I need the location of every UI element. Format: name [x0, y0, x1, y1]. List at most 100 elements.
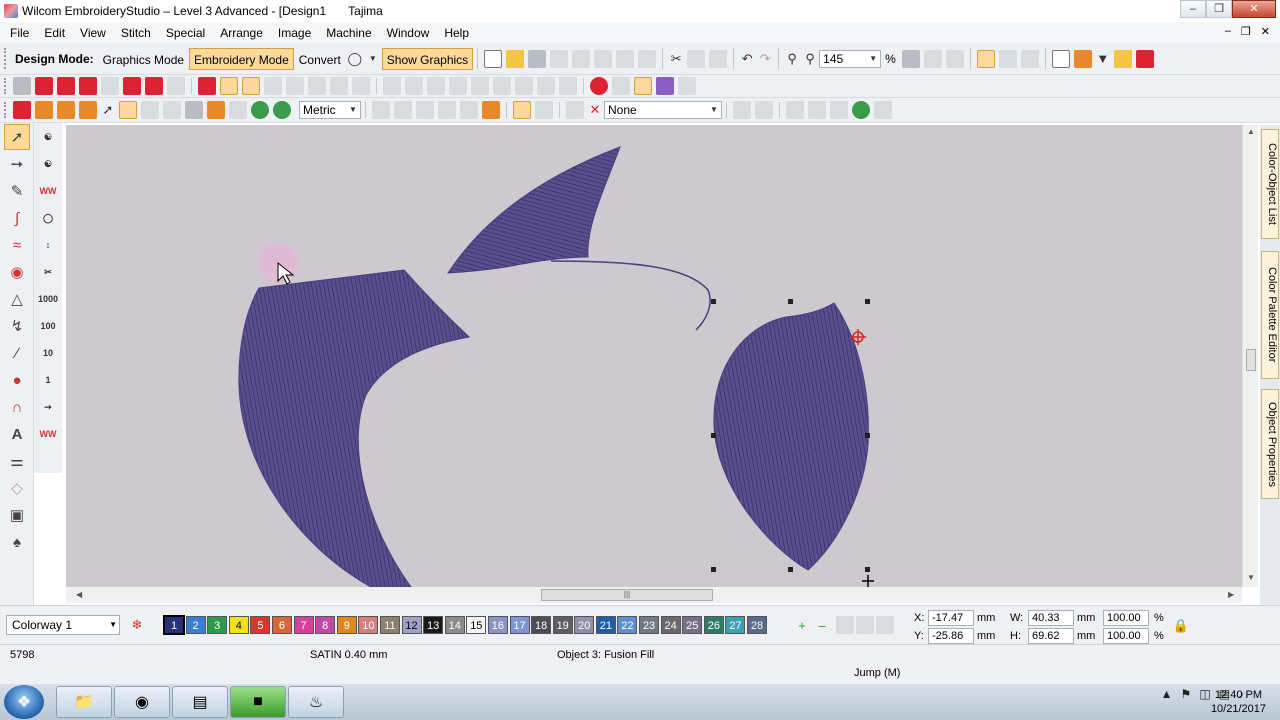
color-swatch[interactable]: 5 [250, 616, 271, 634]
zoom-combo[interactable]: 145 ▼ [819, 49, 882, 68]
color-swatch[interactable]: 2 [185, 616, 206, 634]
needle-points-icon[interactable] [1073, 49, 1092, 68]
auto-start-end-icon[interactable] [482, 101, 500, 119]
unlock-icon[interactable] [427, 77, 445, 95]
stitch-length-icon[interactable]: ↕ [37, 232, 59, 258]
color-swatch[interactable]: 8 [315, 616, 336, 634]
refresh-icon[interactable] [251, 101, 269, 119]
backdrop-icon[interactable] [229, 101, 247, 119]
scissors-icon[interactable]: ✂ [37, 259, 59, 285]
menu-window[interactable]: Window [387, 26, 430, 40]
design-hoop-icon[interactable] [119, 101, 137, 119]
cursor-icon[interactable]: ➚ [99, 102, 117, 118]
pattern-run-icon[interactable] [352, 77, 370, 95]
close-button[interactable]: ✕ [1232, 0, 1276, 18]
select-arrow-icon[interactable]: ➚ [4, 124, 30, 150]
filter-icon[interactable]: ▼ [1094, 51, 1112, 66]
color-swatch[interactable]: 22 [617, 616, 638, 634]
stitch-player-icon[interactable] [394, 101, 412, 119]
mdi-restore-icon[interactable]: ❐ [1241, 25, 1251, 38]
color-swatch[interactable]: 3 [207, 616, 228, 634]
reshape-1-icon[interactable] [733, 101, 751, 119]
group-icon[interactable] [449, 77, 467, 95]
tab-object-properties[interactable]: Object Properties [1261, 389, 1279, 499]
picture-icon[interactable] [185, 101, 203, 119]
color-swatch[interactable]: 4 [228, 616, 249, 634]
color-swatch[interactable]: 7 [293, 616, 314, 634]
align-left-icon[interactable] [493, 77, 511, 95]
restore-button[interactable]: ❐ [1206, 0, 1232, 18]
horizontal-scroll-thumb[interactable]: ||| [541, 589, 713, 601]
menu-stitch[interactable]: Stitch [121, 26, 151, 40]
menu-file[interactable]: File [10, 26, 29, 40]
color-swatch[interactable]: 11 [379, 616, 400, 634]
spacing-icon[interactable]: ☯ [37, 151, 59, 177]
w-field[interactable]: 40.33 [1028, 610, 1074, 626]
color-swatch[interactable]: 13 [423, 616, 444, 634]
mdi-close-icon[interactable]: ✕ [1261, 25, 1270, 38]
color-swatch[interactable]: 21 [595, 616, 616, 634]
embroiderystudio-app-icon[interactable]: ♨ [288, 686, 344, 718]
color-blend-icon[interactable] [856, 616, 874, 634]
artwork-icon[interactable] [207, 101, 225, 119]
color-wheel-icon[interactable]: ◉ [4, 259, 30, 285]
shape-tool-1-icon[interactable] [13, 101, 31, 119]
recorder-app-icon[interactable]: ■ [230, 686, 286, 718]
graphics-mode-button[interactable]: Graphics Mode [98, 48, 189, 70]
hoop-tool-icon[interactable]: ◯ [37, 205, 59, 231]
copy-icon[interactable] [687, 49, 706, 68]
distribute-icon[interactable] [559, 77, 577, 95]
globe-icon[interactable]: ◯ [346, 51, 364, 67]
measure-icon[interactable] [372, 101, 390, 119]
table-icon[interactable] [163, 101, 181, 119]
color-swatch[interactable]: 26 [703, 616, 724, 634]
cut-icon[interactable]: ✂ [667, 51, 685, 67]
design-canvas[interactable] [66, 125, 1242, 587]
redo-icon[interactable]: ↷ [756, 51, 774, 67]
cross-fill-icon[interactable] [123, 77, 141, 95]
color-swatch[interactable]: 1 [163, 615, 185, 635]
color-swatch[interactable]: 27 [725, 616, 746, 634]
color-swatch[interactable]: 28 [747, 616, 768, 634]
stop-icon[interactable] [1135, 49, 1154, 68]
shape-tool-3-icon[interactable] [57, 101, 75, 119]
frame-icon[interactable]: ▣ [4, 502, 30, 528]
h-percent-field[interactable]: 100.00 [1103, 628, 1149, 644]
show-all-icon[interactable] [1113, 49, 1132, 68]
start-button-icon[interactable]: ❖ [4, 685, 44, 719]
trace-icon[interactable] [678, 77, 696, 95]
align-icon[interactable] [383, 77, 401, 95]
team-names-icon[interactable]: ♠ [4, 529, 30, 555]
effect-2-icon[interactable] [535, 101, 553, 119]
open-folder-icon[interactable] [506, 49, 525, 68]
undo-icon[interactable]: ↶ [738, 51, 756, 67]
y-field[interactable]: -25.86 [928, 628, 974, 644]
travel-100-icon[interactable]: 100 [37, 313, 59, 339]
menu-view[interactable]: View [80, 26, 106, 40]
branching-icon[interactable] [634, 77, 652, 95]
color-swatch[interactable]: 15 [466, 616, 487, 634]
zoom-fit-icon[interactable] [901, 49, 920, 68]
tab-color-object-list[interactable]: Color-Object List [1261, 129, 1279, 239]
scroll-up-icon[interactable]: ▲ [1247, 127, 1255, 136]
chrome-icon[interactable]: ◉ [114, 686, 170, 718]
node-edit-icon[interactable]: ↯ [4, 313, 30, 339]
notes-app-icon[interactable]: ▤ [172, 686, 228, 718]
effect-combo[interactable]: None ▼ [604, 101, 722, 119]
minimize-button[interactable]: – [1180, 0, 1206, 18]
zoom-box-icon[interactable] [945, 49, 964, 68]
align-center-icon[interactable] [515, 77, 533, 95]
color-swatch[interactable]: 18 [531, 616, 552, 634]
color-swatch[interactable]: 6 [271, 616, 292, 634]
menu-arrange[interactable]: Arrange [220, 26, 263, 40]
thread-chart-icon[interactable] [836, 616, 854, 634]
lettering-icon[interactable]: A [4, 421, 30, 447]
print-preview-icon[interactable] [594, 49, 613, 68]
texture-icon[interactable] [612, 77, 630, 95]
color-settings-icon[interactable]: ❄ [128, 617, 146, 633]
design-properties-icon[interactable] [616, 49, 635, 68]
digitize-icon[interactable]: ≈ [4, 232, 30, 258]
color-swatch[interactable]: 20 [574, 616, 595, 634]
reshape-2-icon[interactable] [755, 101, 773, 119]
color-dot-icon[interactable] [590, 77, 608, 95]
